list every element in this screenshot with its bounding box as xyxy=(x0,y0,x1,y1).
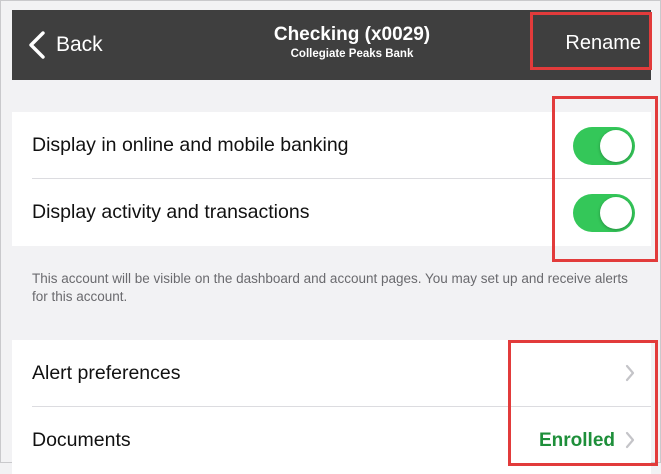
visibility-settings-group: Display in online and mobile banking Dis… xyxy=(12,112,651,246)
alert-preferences-label: Alert preferences xyxy=(32,362,181,384)
toggle-knob xyxy=(600,196,632,229)
activity-transactions-row: Display activity and transactions xyxy=(12,179,651,246)
chevron-left-icon xyxy=(29,31,45,59)
online-banking-label: Display in online and mobile banking xyxy=(32,134,349,156)
section-spacer xyxy=(12,80,651,112)
navigation-bar: Back Checking (x0029) Collegiate Peaks B… xyxy=(12,10,651,80)
header-title-block: Checking (x0029) Collegiate Peaks Bank xyxy=(222,24,482,62)
activity-transactions-toggle[interactable] xyxy=(573,193,635,232)
online-banking-toggle[interactable] xyxy=(573,126,635,165)
rename-button[interactable]: Rename xyxy=(565,32,641,55)
page-subtitle: Collegiate Peaks Bank xyxy=(290,48,414,60)
page-title: Checking (x0029) xyxy=(273,24,431,45)
documents-status: Enrolled xyxy=(538,429,615,451)
online-banking-row: Display in online and mobile banking xyxy=(12,112,651,179)
toggle-knob xyxy=(600,129,632,162)
visibility-footnote: This account will be visible on the dash… xyxy=(32,271,628,304)
alert-preferences-row[interactable]: Alert preferences xyxy=(12,340,651,407)
activity-transactions-label: Display activity and transactions xyxy=(32,201,310,223)
documents-label: Documents xyxy=(32,429,131,451)
chevron-right-icon xyxy=(625,431,635,449)
back-label: Back xyxy=(56,33,103,56)
back-button[interactable]: Back xyxy=(28,29,103,61)
chevron-right-icon xyxy=(625,364,635,382)
account-options-group: Alert preferences Documents Enrolled xyxy=(12,340,651,474)
documents-row[interactable]: Documents Enrolled xyxy=(12,407,651,474)
